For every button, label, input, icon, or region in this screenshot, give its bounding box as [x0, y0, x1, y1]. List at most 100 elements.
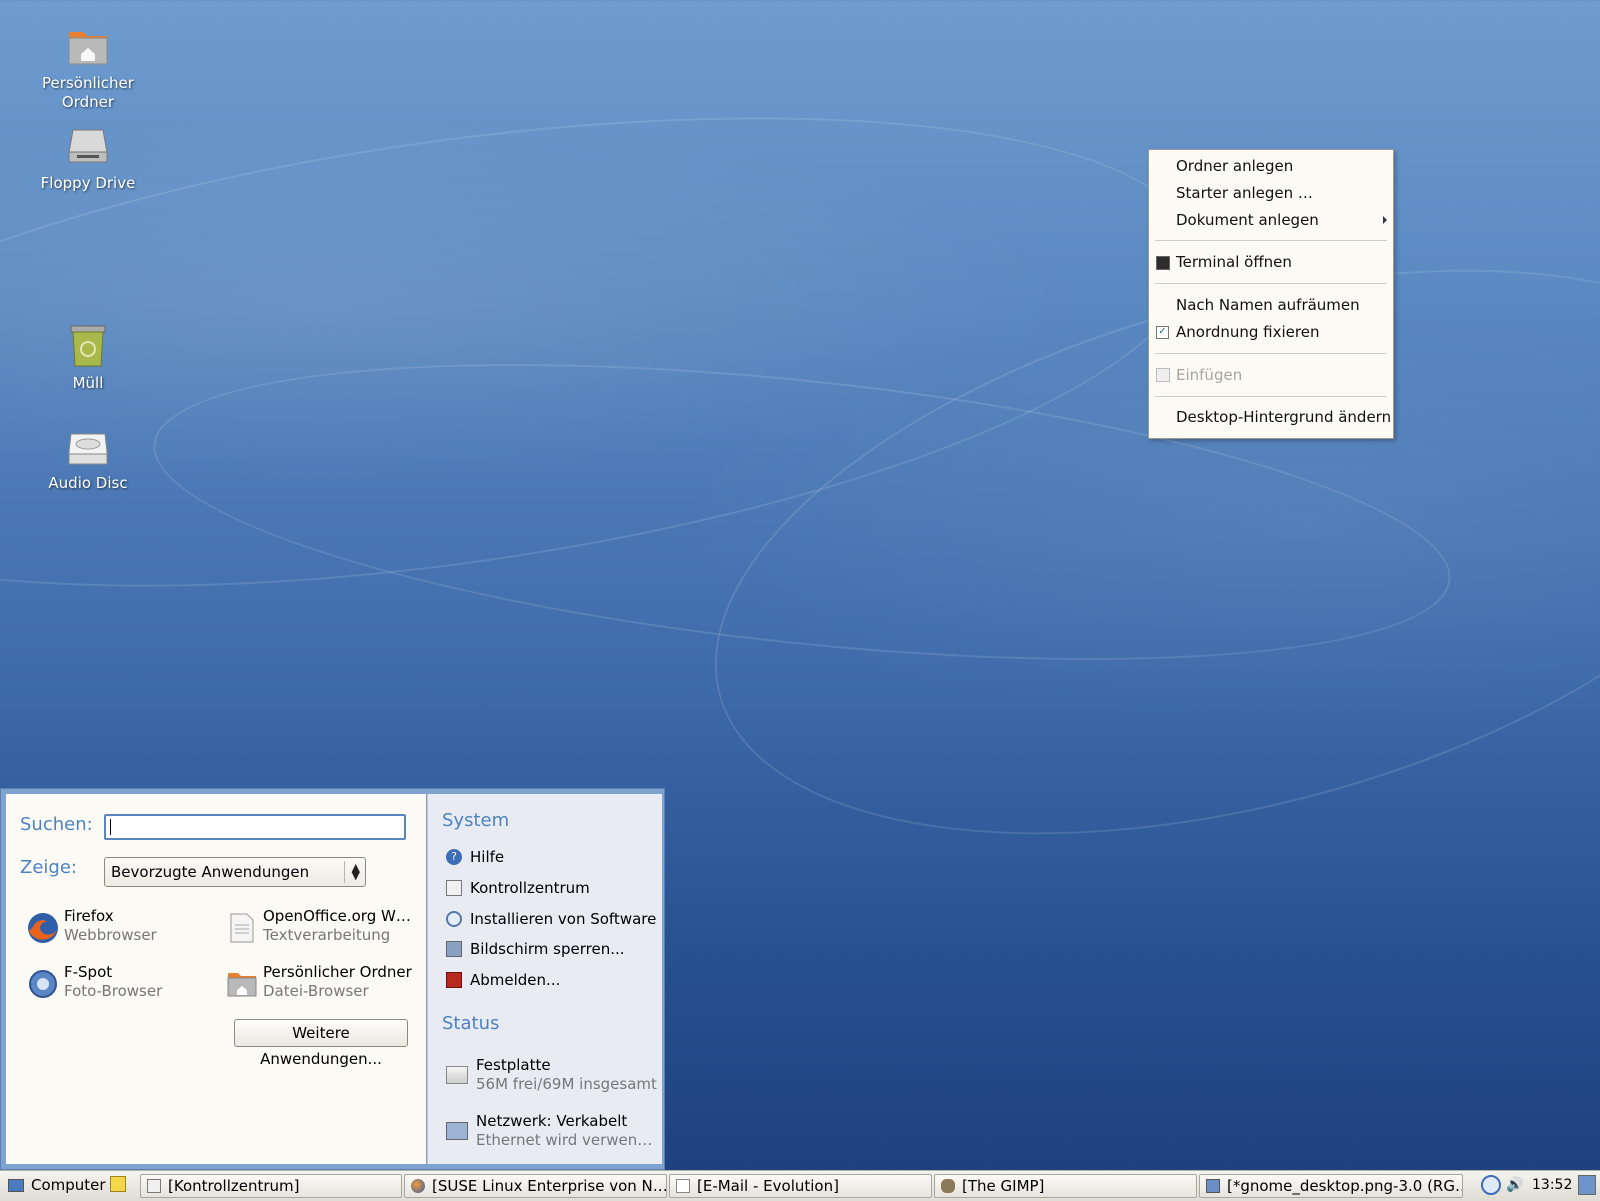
control-center-icon	[147, 1179, 161, 1193]
desktop-icon-label: Audio Disc	[48, 474, 128, 492]
status-item-detail: 56M frei/69M insgesamt	[476, 1075, 657, 1093]
wallpaper-swirl	[653, 165, 1600, 939]
menu-item-lock-arrangement[interactable]: Anordnung fixieren	[1176, 323, 1319, 341]
taskbar-window-evolution[interactable]: [E-Mail - Evolution]	[669, 1174, 932, 1198]
menu-separator	[1155, 396, 1387, 397]
volume-icon[interactable]: 🔊	[1506, 1176, 1526, 1194]
menu-item-change-background[interactable]: Desktop-Hintergrund ändern	[1176, 408, 1391, 426]
computer-menu-button[interactable]: Computer	[6, 1175, 111, 1197]
network-icon	[446, 1122, 468, 1140]
help-icon: ?	[446, 849, 462, 865]
desktop-icon-floppy-drive[interactable]: Floppy Drive	[23, 124, 153, 193]
taskbar-window-label: [*gnome_desktop.png-3.0 (RG…	[1227, 1177, 1463, 1195]
taskbar-window-label: [Kontrollzentrum]	[168, 1177, 300, 1195]
taskbar-window-control-center[interactable]: [Kontrollzentrum]	[140, 1174, 402, 1198]
app-name: OpenOffice.org W…	[263, 907, 411, 925]
wallpaper-swirl	[0, 37, 1227, 667]
notes-icon[interactable]	[110, 1176, 126, 1192]
terminal-icon	[1156, 256, 1170, 270]
computer-icon	[8, 1179, 24, 1192]
app-fspot[interactable]: F-Spot Foto-Browser	[22, 963, 217, 1007]
document-icon	[225, 911, 259, 945]
computer-menu-label: Computer	[31, 1176, 106, 1194]
status-item-network[interactable]: Netzwerk: Verkabelt Ethernet wird verwen…	[444, 1112, 659, 1156]
menu-item-create-document[interactable]: Dokument anlegen	[1176, 211, 1319, 229]
taskbar-window-label: [E-Mail - Evolution]	[697, 1177, 839, 1195]
show-label: Zeige:	[20, 857, 77, 878]
fspot-icon	[26, 967, 60, 1001]
menu-item-create-launcher[interactable]: Starter anlegen …	[1176, 184, 1313, 202]
software-updater-icon[interactable]	[1481, 1175, 1501, 1195]
system-item-label: Bildschirm sperren...	[470, 940, 625, 958]
desktop-icon-home-folder[interactable]: Persönlicher Ordner	[23, 24, 153, 112]
desktop-icon-label: Persönlicher	[42, 74, 134, 92]
paste-icon	[1156, 368, 1170, 382]
harddisk-icon	[446, 1066, 468, 1084]
app-description: Foto-Browser	[64, 982, 163, 1000]
home-folder-icon	[65, 24, 111, 70]
system-item-label: Kontrollzentrum	[470, 879, 590, 897]
system-item-label: Abmelden...	[470, 971, 561, 989]
desktop-icon-label: Floppy Drive	[40, 174, 136, 192]
more-applications-button[interactable]: Weitere Anwendungen...	[234, 1019, 408, 1068]
menu-separator	[1155, 240, 1387, 241]
desktop-icon-trash[interactable]: Müll	[23, 324, 153, 393]
install-software-icon	[446, 911, 462, 927]
system-item-label: Hilfe	[470, 848, 505, 866]
show-dropdown-value: Bevorzugte Anwendungen	[111, 863, 310, 881]
desktop-icon-label: Müll	[72, 374, 104, 392]
image-icon	[1206, 1179, 1220, 1193]
menu-item-create-folder[interactable]: Ordner anlegen	[1176, 157, 1293, 175]
dropdown-divider	[344, 861, 345, 883]
app-description: Webbrowser	[64, 926, 157, 944]
taskbar-window-gimp-image[interactable]: [*gnome_desktop.png-3.0 (RG…	[1199, 1174, 1463, 1198]
menu-item-open-terminal[interactable]: Terminal öffnen	[1176, 253, 1292, 271]
text-cursor	[110, 819, 111, 835]
show-dropdown[interactable]: Bevorzugte Anwendungen ▲ ▼	[104, 857, 366, 887]
app-firefox[interactable]: Firefox Webbrowser	[22, 907, 217, 951]
main-menu: Suchen: Zeige: Bevorzugte Anwendungen ▲ ▼…	[0, 788, 665, 1170]
trash-icon	[65, 324, 111, 370]
menu-item-sort-by-name[interactable]: Nach Namen aufräumen	[1176, 296, 1360, 314]
system-item-label: Installieren von Software	[470, 910, 657, 928]
app-openoffice-writer[interactable]: OpenOffice.org W… Textverarbeitung	[221, 907, 416, 951]
main-menu-applications-pane: Suchen: Zeige: Bevorzugte Anwendungen ▲ ▼…	[6, 794, 426, 1164]
search-input[interactable]	[104, 814, 406, 840]
control-center-icon	[446, 880, 462, 896]
taskbar-window-gimp[interactable]: [The GIMP]	[934, 1174, 1197, 1198]
taskbar-window-label: [The GIMP]	[962, 1177, 1045, 1195]
taskbar-window-firefox[interactable]: [SUSE Linux Enterprise von N…	[404, 1174, 667, 1198]
gimp-icon	[941, 1179, 955, 1193]
firefox-icon	[26, 911, 60, 945]
submenu-arrow-icon	[1383, 216, 1387, 224]
search-label: Suchen:	[20, 814, 93, 835]
desktop-icon-audio-disc[interactable]: Audio Disc	[23, 424, 153, 493]
app-home-folder[interactable]: Persönlicher Ordner Datei-Browser	[221, 963, 416, 1007]
system-heading: System	[442, 810, 510, 831]
dropdown-arrows-icon: ▲ ▼	[351, 861, 360, 882]
app-name: F-Spot	[64, 963, 113, 981]
desktop-context-menu: Ordner anlegen Starter anlegen … Dokumen…	[1148, 149, 1394, 439]
lock-screen-icon	[446, 941, 462, 957]
app-description: Datei-Browser	[263, 982, 369, 1000]
clock[interactable]: 13:52	[1532, 1177, 1572, 1193]
mail-icon	[676, 1179, 690, 1193]
status-item-title: Netzwerk: Verkabelt	[476, 1112, 628, 1130]
menu-separator	[1155, 353, 1387, 354]
app-name: Persönlicher Ordner	[263, 963, 412, 981]
show-desktop-icon[interactable]	[1578, 1175, 1596, 1195]
app-description: Textverarbeitung	[263, 926, 391, 944]
taskbar-window-label: [SUSE Linux Enterprise von N…	[432, 1177, 667, 1195]
app-name: Firefox	[64, 907, 114, 925]
home-folder-icon	[225, 967, 259, 1001]
menu-item-paste: Einfügen	[1176, 366, 1243, 384]
status-item-title: Festplatte	[476, 1056, 551, 1074]
main-menu-system-pane: System ? Hilfe Kontrollzentrum Installie…	[427, 794, 662, 1164]
status-heading: Status	[442, 1013, 500, 1034]
audio-disc-icon	[65, 424, 111, 470]
checkbox-checked-icon[interactable]: ✓	[1156, 326, 1169, 339]
logout-icon	[446, 972, 462, 988]
floppy-drive-icon	[65, 124, 111, 170]
status-item-harddisk[interactable]: Festplatte 56M frei/69M insgesamt	[444, 1056, 659, 1100]
desktop-icon-label: Ordner	[61, 93, 115, 111]
